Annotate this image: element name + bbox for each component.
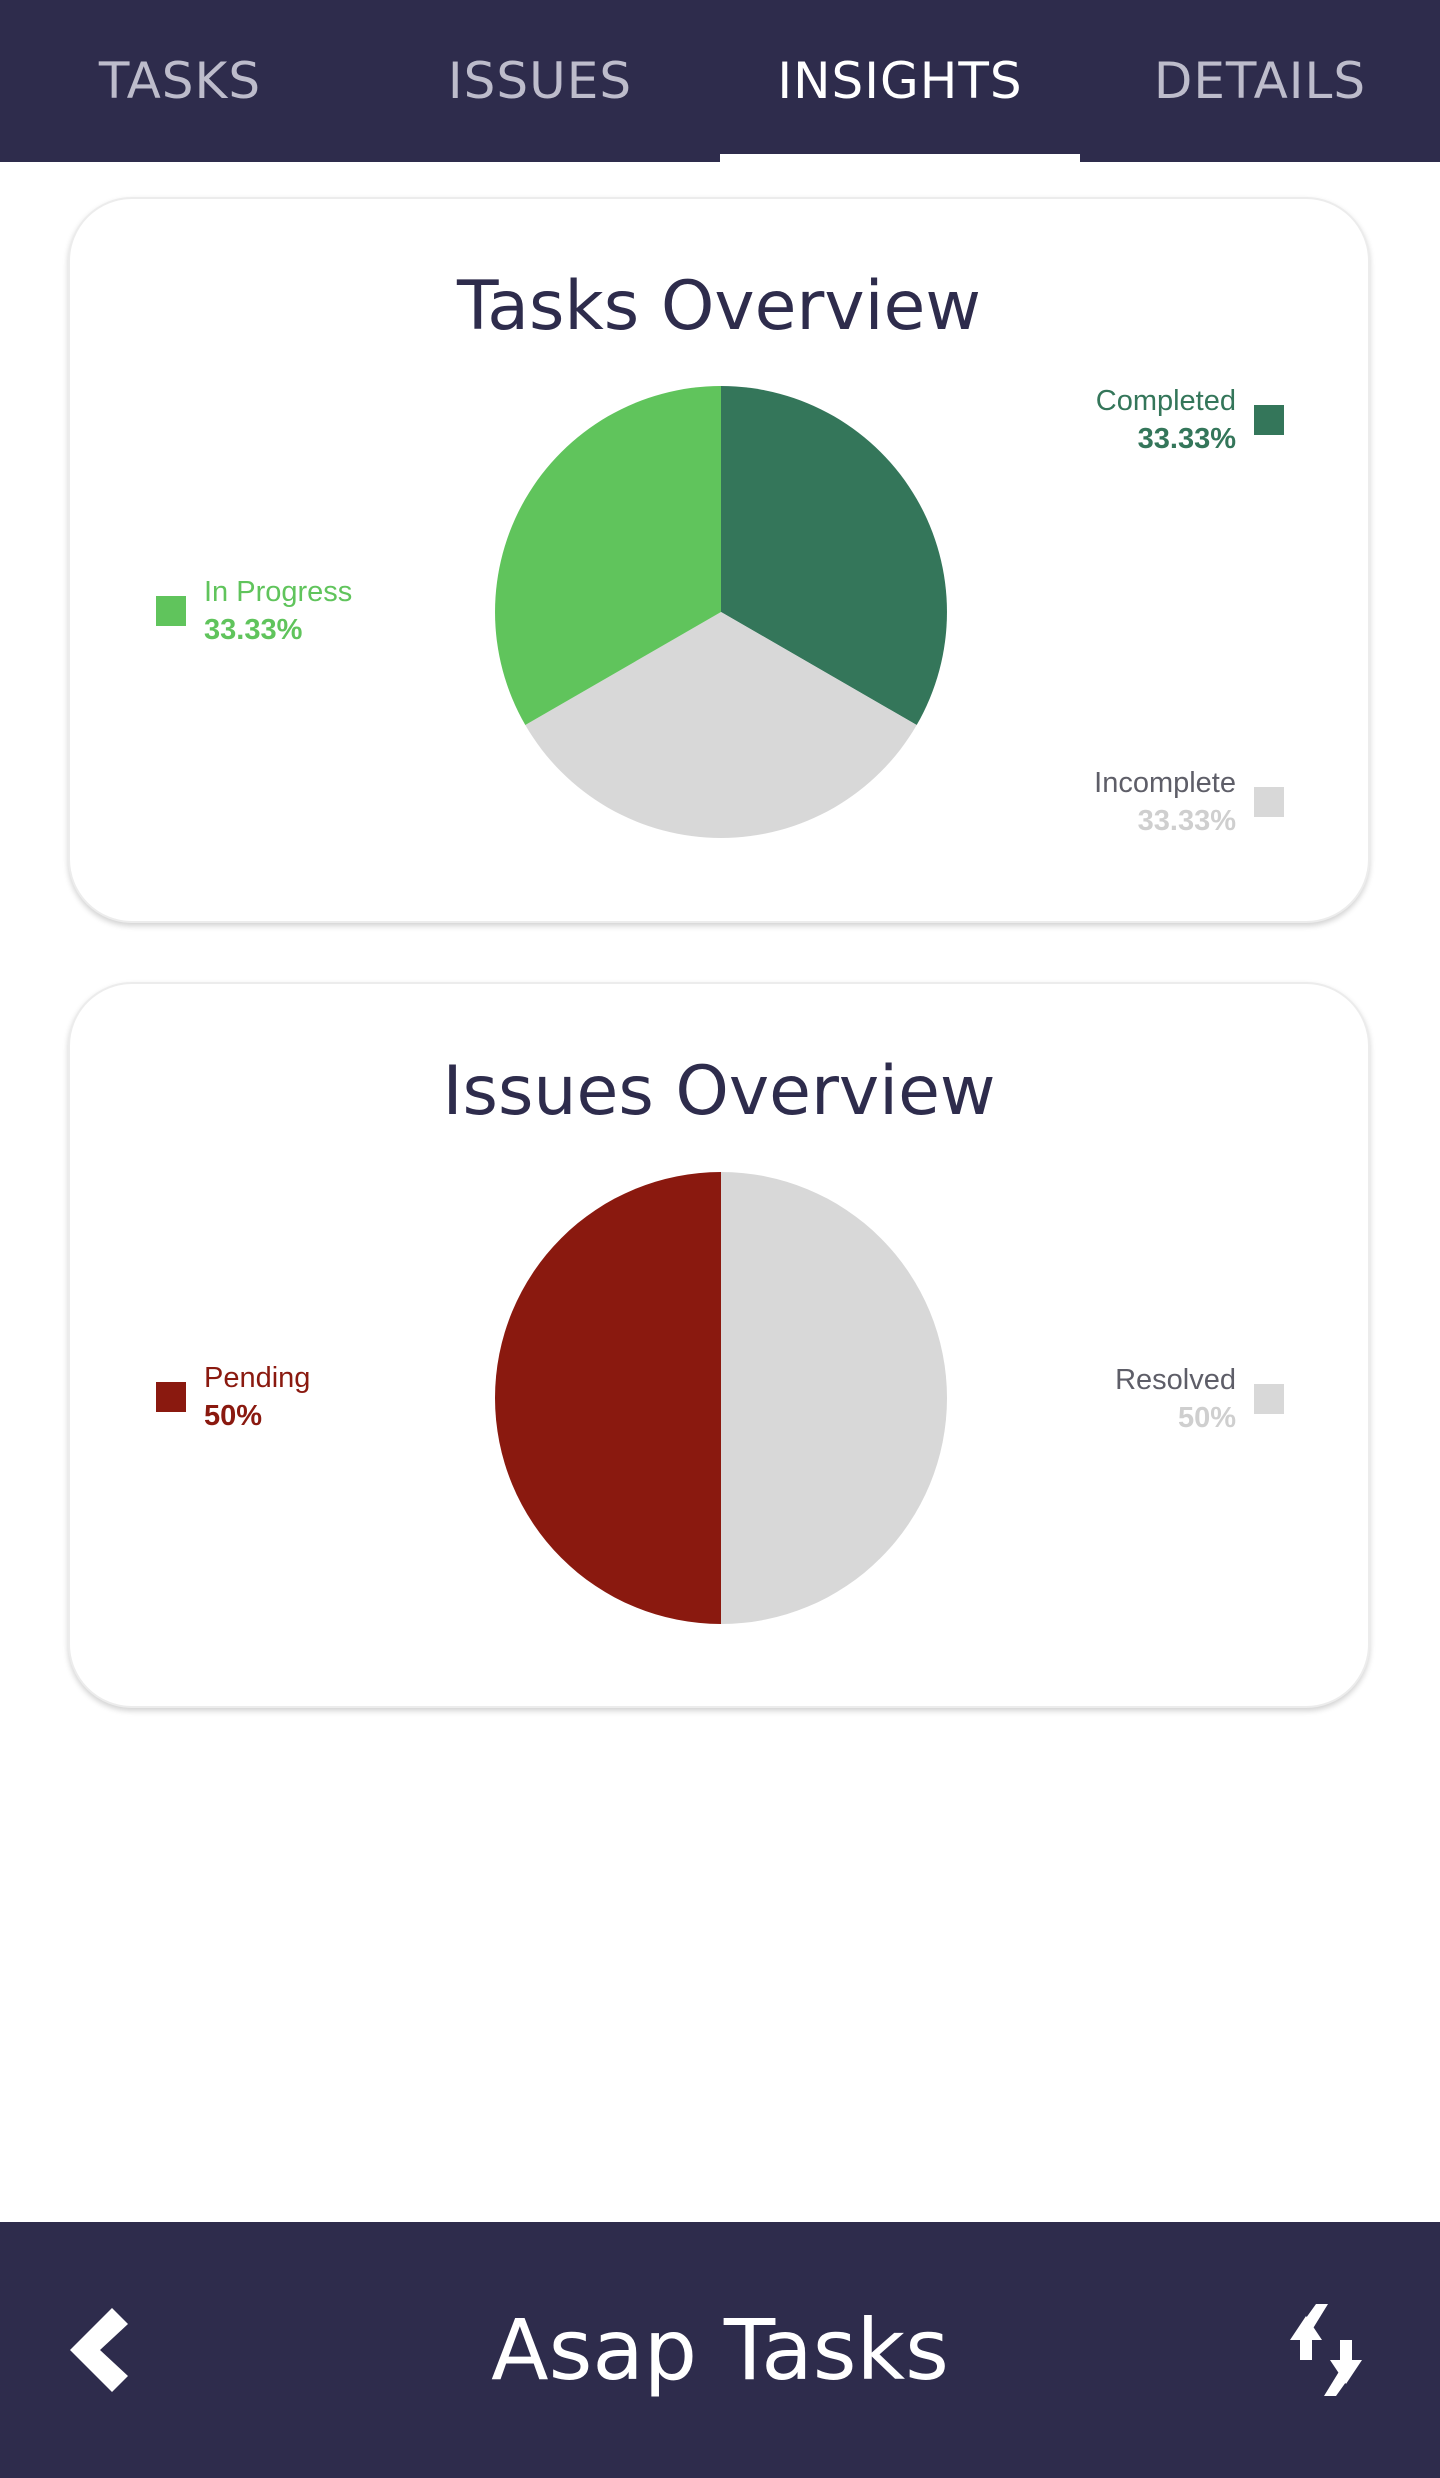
tab-tasks[interactable]: TASKS [0,0,360,162]
tab-details[interactable]: DETAILS [1080,0,1440,162]
legend-label-incomplete: Incomplete [1094,767,1236,799]
legend-value-completed: 33.33% [1137,423,1236,455]
legend-value-resolved: 50% [1177,1402,1236,1434]
active-tab-indicator [720,154,1080,162]
legend-value-incomplete: 33.33% [1137,805,1236,837]
legend-pending: Pending 50% [156,1359,310,1435]
legend-swatch-pending [156,1382,186,1412]
tab-insights[interactable]: INSIGHTS [720,0,1080,162]
legend-swatch-resolved [1254,1384,1284,1414]
tasks-pie-chart [495,386,947,838]
legend-completed: Completed 33.33% [1096,382,1284,458]
legend-swatch-in-progress [156,596,186,626]
legend-swatch-incomplete [1254,787,1284,817]
legend-value-pending: 50% [204,1400,263,1432]
issues-overview-title: Issues Overview [442,1052,996,1131]
tab-issues[interactable]: ISSUES [360,0,720,162]
legend-in-progress: In Progress 33.33% [156,573,352,649]
refresh-arrows-icon [1290,2304,1362,2396]
legend-label-completed: Completed [1095,385,1236,417]
tab-bar: TASKS ISSUES INSIGHTS DETAILS [0,0,1440,162]
bottom-app-bar: Asap Tasks [0,2222,1440,2478]
legend-value-in-progress: 33.33% [204,614,303,646]
issues-overview-card: Issues Overview Pending 50% Resolved 50% [68,982,1370,1708]
pie-slice-pending [495,1172,721,1624]
refresh-button[interactable] [1276,2300,1376,2400]
legend-label-resolved: Resolved [1115,1364,1236,1396]
issues-pie-chart [495,1172,947,1624]
pie-slice-resolved [721,1172,947,1624]
legend-resolved: Resolved 50% [1115,1361,1284,1437]
legend-swatch-completed [1254,405,1284,435]
app-title: Asap Tasks [491,2301,949,2399]
tasks-overview-title: Tasks Overview [457,267,981,346]
legend-label-pending: Pending [204,1362,311,1394]
tasks-overview-card: Tasks Overview In Progress 33.33% Comple… [68,197,1370,923]
legend-label-in-progress: In Progress [204,576,353,608]
legend-incomplete: Incomplete 33.33% [1094,764,1284,840]
